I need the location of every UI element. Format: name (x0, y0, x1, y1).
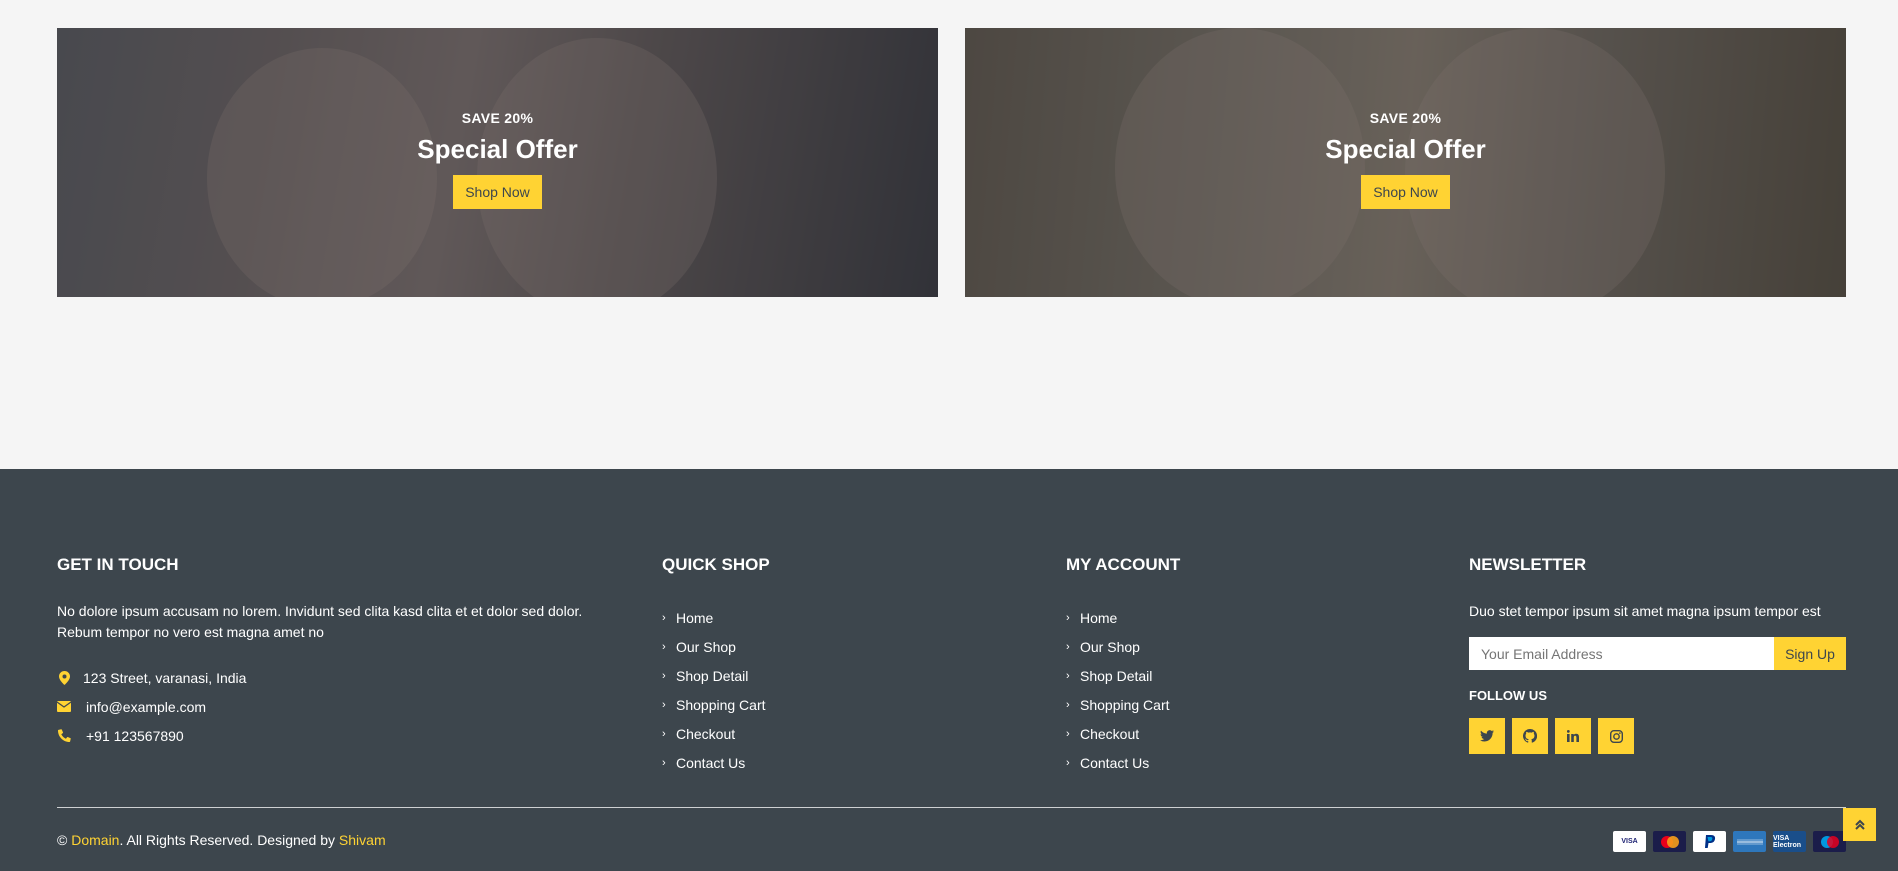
footer-link-shopping-cart[interactable]: › Shopping Cart (662, 690, 770, 719)
offer-banner-1[interactable]: SAVE 20% Special Offer Shop Now (57, 28, 938, 297)
shop-now-button[interactable]: Shop Now (453, 175, 542, 209)
back-to-top-button[interactable] (1843, 808, 1876, 841)
contact-email: info@example.com (57, 692, 617, 721)
footer-link-shopping-cart[interactable]: › Shopping Cart (1066, 690, 1180, 719)
chevron-right-icon: › (1066, 640, 1070, 653)
footer-link-home[interactable]: › Home (662, 603, 770, 632)
footer-link-contact-us[interactable]: › Contact Us (1066, 748, 1180, 777)
offer-banner-2[interactable]: SAVE 20% Special Offer Shop Now (965, 28, 1846, 297)
my-account-section: MY ACCOUNT › Home › Our Shop › Shop Detail … (1066, 555, 1180, 777)
linkedin-icon[interactable] (1555, 718, 1591, 754)
footer-divider (57, 807, 1846, 808)
contact-phone: +91 123567890 (57, 721, 617, 750)
section-heading: MY ACCOUNT (1066, 555, 1181, 574)
newsletter-section: NEWSLETTER Duo stet tempor ipsum sit ame… (1469, 555, 1846, 754)
footer-link-contact-us[interactable]: › Contact Us (662, 748, 770, 777)
offer-banners: SAVE 20% Special Offer Shop Now SAVE 20%… (57, 28, 1846, 297)
section-heading: NEWSLETTER (1469, 555, 1587, 574)
paypal-icon (1693, 831, 1726, 852)
section-heading: GET IN TOUCH (57, 555, 179, 574)
copyright: © Domain. All Rights Reserved. Designed … (57, 832, 386, 848)
offer-subtitle: SAVE 20% (461, 110, 534, 126)
double-chevron-up-icon (1854, 819, 1865, 830)
email-input[interactable] (1469, 637, 1774, 670)
maestro-icon (1813, 831, 1846, 852)
footer-link-shop-detail[interactable]: › Shop Detail (662, 661, 770, 690)
newsletter-text: Duo stet tempor ipsum sit amet magna ips… (1469, 603, 1821, 619)
shop-now-button[interactable]: Shop Now (1361, 175, 1450, 209)
footer-link-shop-detail[interactable]: › Shop Detail (1066, 661, 1180, 690)
chevron-right-icon: › (662, 756, 666, 769)
offer-title: Special Offer (1325, 134, 1486, 164)
footer-link-our-shop[interactable]: › Our Shop (1066, 632, 1180, 661)
amex-icon (1733, 831, 1766, 852)
chevron-right-icon: › (662, 640, 666, 653)
instagram-icon[interactable] (1598, 718, 1634, 754)
phone-text[interactable]: +91 123567890 (86, 728, 184, 744)
chevron-right-icon: › (1066, 669, 1070, 682)
chevron-right-icon: › (1066, 727, 1070, 740)
email-text[interactable]: info@example.com (86, 699, 206, 715)
designer-link[interactable]: Shivam (339, 832, 386, 848)
payment-methods: VISA VISA Electron (1606, 831, 1846, 852)
map-marker-icon (57, 670, 71, 685)
section-heading: QUICK SHOP (662, 555, 770, 574)
visa-icon: VISA (1613, 831, 1646, 852)
offer-subtitle: SAVE 20% (1369, 110, 1442, 126)
chevron-right-icon: › (1066, 698, 1070, 711)
address-text: 123 Street, varanasi, India (83, 669, 247, 686)
contact-address: 123 Street, varanasi, India (57, 663, 617, 692)
mastercard-icon (1653, 831, 1686, 852)
newsletter-form: Sign Up (1469, 637, 1846, 670)
github-icon[interactable] (1512, 718, 1548, 754)
social-links (1469, 718, 1846, 754)
envelope-icon (57, 701, 71, 712)
chevron-right-icon: › (662, 669, 666, 682)
domain-link[interactable]: Domain (71, 832, 119, 848)
phone-icon (57, 729, 71, 742)
footer: GET IN TOUCH No dolore ipsum accusam no … (0, 469, 1898, 871)
follow-us-heading: FOLLOW US (1469, 688, 1547, 703)
chevron-right-icon: › (1066, 756, 1070, 769)
chevron-right-icon: › (662, 611, 666, 624)
offer-title: Special Offer (417, 134, 578, 164)
quick-shop-section: QUICK SHOP › Home › Our Shop › Shop Detail … (662, 555, 770, 777)
footer-link-checkout[interactable]: › Checkout (1066, 719, 1180, 748)
sign-up-button[interactable]: Sign Up (1774, 637, 1846, 670)
chevron-right-icon: › (1066, 611, 1070, 624)
footer-link-our-shop[interactable]: › Our Shop (662, 632, 770, 661)
chevron-right-icon: › (662, 727, 666, 740)
contact-description: No dolore ipsum accusam no lorem. Invidu… (57, 603, 583, 640)
footer-link-home[interactable]: › Home (1066, 603, 1180, 632)
get-in-touch-section: GET IN TOUCH No dolore ipsum accusam no … (57, 555, 617, 750)
visa-electron-icon: VISA Electron (1773, 831, 1806, 852)
twitter-icon[interactable] (1469, 718, 1505, 754)
chevron-right-icon: › (662, 698, 666, 711)
footer-link-checkout[interactable]: › Checkout (662, 719, 770, 748)
